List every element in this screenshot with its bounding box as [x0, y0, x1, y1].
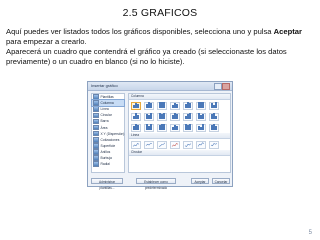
chart-gallery: Columna Línea Circular — [128, 93, 231, 173]
chart-category-icon — [93, 124, 99, 131]
paragraph-1-text: Aquí puedes ver listados todos los gráfi… — [6, 27, 274, 36]
chart-thumbnail[interactable] — [131, 140, 141, 149]
chart-category-icon — [93, 106, 99, 113]
dialog-title: Insertar gráfico — [91, 83, 118, 88]
chart-thumbnail[interactable] — [183, 123, 193, 132]
page-number: 5 — [308, 230, 312, 236]
chart-thumbnail[interactable] — [196, 112, 206, 121]
chart-thumbnail[interactable] — [144, 123, 154, 132]
chart-thumbnail[interactable] — [196, 101, 206, 110]
chart-thumbnail[interactable] — [144, 140, 154, 149]
chart-thumbnail[interactable] — [131, 112, 141, 121]
chart-thumbnail[interactable] — [170, 140, 180, 149]
chart-category-label: Anillos — [100, 149, 111, 154]
chart-thumbnail[interactable] — [196, 140, 206, 149]
chart-thumbnail[interactable] — [157, 112, 167, 121]
chart-category-label: X Y (Dispersión) — [100, 131, 125, 136]
chart-thumbnail[interactable] — [157, 123, 167, 132]
chart-category-icon — [93, 118, 99, 125]
chart-thumbnail[interactable] — [196, 123, 206, 132]
insert-chart-dialog-screenshot: Insertar gráfico Plantillas Columna Línea C… — [87, 81, 233, 190]
chart-thumbnail[interactable] — [144, 101, 154, 110]
chart-thumbnail[interactable] — [209, 112, 219, 121]
chart-category-label: Superficie — [100, 143, 116, 148]
chart-category-label: Columna — [100, 101, 114, 106]
chart-category-icon — [93, 143, 99, 149]
chart-thumbnail[interactable] — [183, 101, 193, 110]
paragraph-1-bold: Aceptar — [273, 27, 302, 36]
chart-category-label: Cotizaciones — [100, 137, 120, 142]
chart-category-icon — [93, 149, 99, 155]
column-row-2 — [129, 111, 230, 122]
chart-category-icon — [93, 100, 99, 106]
chart-thumbnail[interactable] — [131, 123, 141, 132]
chart-thumbnail[interactable] — [157, 140, 167, 149]
line-row — [129, 139, 230, 150]
paragraph-2: Aparecerá un cuadro que contendrá el grá… — [6, 47, 287, 66]
paragraph-1: Aquí puedes ver listados todos los gráfi… — [6, 27, 316, 47]
chart-thumbnail[interactable] — [144, 112, 154, 121]
chart-category-label: Burbuja — [100, 155, 112, 160]
close-icon[interactable] — [222, 83, 230, 90]
body-text: Aquí puedes ver listados todos los gráfi… — [6, 27, 316, 67]
chart-category-icon — [93, 94, 99, 100]
chart-thumbnail[interactable] — [209, 123, 219, 132]
chart-thumbnail[interactable] — [183, 140, 193, 149]
ok-button[interactable]: Aceptar — [191, 178, 209, 184]
chart-thumbnail[interactable] — [157, 101, 167, 110]
chart-category-icon — [93, 155, 99, 161]
dialog-titlebar: Insertar gráfico — [88, 82, 232, 91]
chart-category-label: Circular — [100, 113, 112, 118]
chart-category-list: Plantillas Columna Línea Circular Barra Área X… — [91, 93, 125, 173]
set-default-button[interactable]: Establecer como predeterminado — [136, 178, 176, 190]
chart-category-icon — [93, 161, 99, 167]
chart-category-icon — [93, 136, 99, 143]
chart-category-label: Plantillas — [100, 95, 114, 100]
manage-templates-button[interactable]: Administrar plantillas... — [91, 178, 123, 190]
chart-thumbnail[interactable] — [183, 112, 193, 121]
chart-thumbnail[interactable] — [170, 101, 180, 110]
chart-thumbnail[interactable] — [170, 112, 180, 121]
chart-category-label: Línea — [100, 107, 109, 112]
chart-category-item[interactable]: Radial — [92, 161, 124, 167]
column-row-1 — [129, 100, 230, 111]
slide-title: 2.5 GRAFICOS — [122, 7, 198, 19]
help-icon[interactable] — [214, 83, 222, 90]
chart-category-icon — [93, 112, 99, 119]
chart-category-label: Radial — [100, 162, 110, 167]
chart-thumbnail[interactable] — [209, 140, 219, 149]
chart-category-label: Área — [100, 125, 108, 130]
chart-thumbnail[interactable] — [209, 101, 219, 110]
chart-thumbnail[interactable] — [170, 123, 180, 132]
column-row-3 — [129, 122, 230, 133]
cancel-button[interactable]: Cancelar — [212, 178, 230, 184]
chart-category-icon — [93, 130, 99, 137]
chart-thumbnail[interactable] — [131, 101, 141, 110]
paragraph-1-end: para empezar a crearlo. — [6, 37, 87, 46]
section-circular-header: Circular — [129, 150, 230, 156]
chart-category-label: Barra — [100, 119, 109, 124]
